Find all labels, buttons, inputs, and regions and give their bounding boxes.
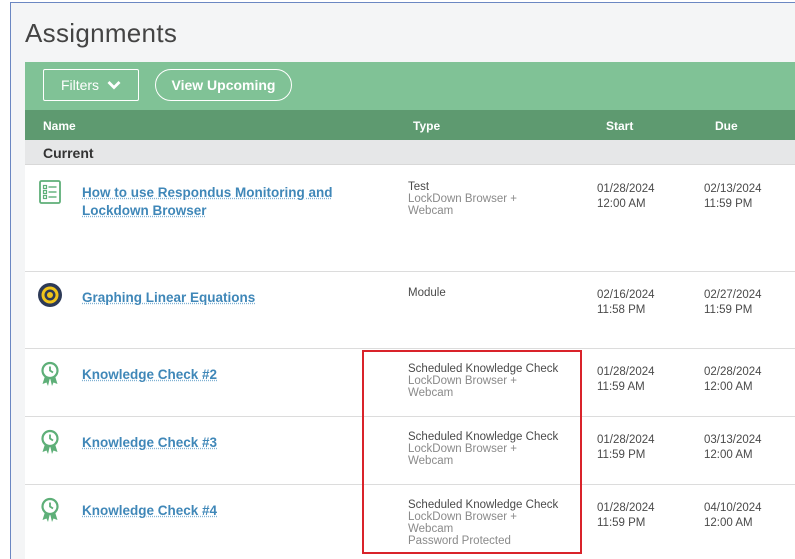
due-date-value: 02/27/2024 (704, 288, 762, 303)
due-date-value: 03/13/2024 (704, 433, 762, 448)
start-date-value: 01/28/2024 (597, 501, 655, 516)
table-row: Knowledge Check #4 Scheduled Knowledge C… (25, 485, 795, 559)
column-header-name[interactable]: Name (43, 119, 76, 133)
award-ribbon-icon (37, 497, 63, 523)
view-upcoming-button[interactable]: View Upcoming (155, 69, 292, 101)
start-date-value: 02/16/2024 (597, 288, 655, 303)
table-header: Name Type Start Due (25, 110, 795, 140)
due-date-value: 02/28/2024 (704, 365, 762, 380)
start-date: 01/28/2024 11:59 PM (597, 501, 655, 531)
column-header-start[interactable]: Start (606, 119, 633, 133)
type-label: Scheduled Knowledge Check (408, 431, 583, 443)
award-ribbon-icon (37, 361, 63, 387)
due-date: 02/27/2024 11:59 PM (704, 288, 762, 318)
start-date-value: 01/28/2024 (597, 433, 655, 448)
start-date: 01/28/2024 12:00 AM (597, 182, 655, 212)
module-target-icon (37, 282, 63, 308)
assignment-type: Scheduled Knowledge Check LockDown Brows… (408, 363, 583, 399)
type-detail: Webcam (408, 205, 583, 217)
due-date: 04/10/2024 12:00 AM (704, 501, 762, 531)
chevron-down-icon (107, 77, 121, 93)
table-row: Graphing Linear Equations Module 02/16/2… (25, 272, 795, 349)
section-current: Current (25, 140, 795, 165)
due-date: 03/13/2024 12:00 AM (704, 433, 762, 463)
start-time-value: 11:59 PM (597, 448, 655, 463)
type-label: Scheduled Knowledge Check (408, 499, 583, 511)
toolbar: Filters View Upcoming (25, 62, 795, 110)
type-detail: LockDown Browser + (408, 443, 583, 455)
start-time-value: 11:58 PM (597, 303, 655, 318)
start-time-value: 11:59 PM (597, 516, 655, 531)
assignments-panel: Assignments Filters View Upcoming Name T… (10, 2, 795, 559)
type-label: Test (408, 181, 583, 193)
table-row: How to use Respondus Monitoring and Lock… (25, 165, 795, 272)
page-title: Assignments (25, 18, 177, 49)
assignment-link[interactable]: Knowledge Check #4 (82, 502, 362, 520)
start-date-value: 01/28/2024 (597, 365, 655, 380)
type-detail: Webcam (408, 523, 583, 535)
filters-label: Filters (61, 77, 99, 93)
start-time-value: 11:59 AM (597, 380, 655, 395)
due-time-value: 12:00 AM (704, 448, 762, 463)
column-header-type[interactable]: Type (413, 119, 440, 133)
checklist-icon (37, 179, 63, 205)
type-detail: Webcam (408, 455, 583, 467)
assignment-type: Module (408, 287, 583, 299)
due-date: 02/28/2024 12:00 AM (704, 365, 762, 395)
award-ribbon-icon (37, 429, 63, 455)
assignment-link[interactable]: How to use Respondus Monitoring and Lock… (82, 184, 362, 220)
start-date-value: 01/28/2024 (597, 182, 655, 197)
assignment-link[interactable]: Graphing Linear Equations (82, 289, 362, 307)
start-time-value: 12:00 AM (597, 197, 655, 212)
filters-button[interactable]: Filters (43, 69, 139, 101)
assignment-type: Scheduled Knowledge Check LockDown Brows… (408, 499, 583, 547)
type-detail: LockDown Browser + (408, 193, 583, 205)
type-detail: Password Protected (408, 535, 583, 547)
column-header-due[interactable]: Due (715, 119, 738, 133)
due-date-value: 02/13/2024 (704, 182, 762, 197)
type-detail: Webcam (408, 387, 583, 399)
due-time-value: 12:00 AM (704, 516, 762, 531)
due-date: 02/13/2024 11:59 PM (704, 182, 762, 212)
type-label: Scheduled Knowledge Check (408, 363, 583, 375)
table-row: Knowledge Check #3 Scheduled Knowledge C… (25, 417, 795, 485)
due-time-value: 12:00 AM (704, 380, 762, 395)
type-detail: LockDown Browser + (408, 375, 583, 387)
start-date: 02/16/2024 11:58 PM (597, 288, 655, 318)
due-time-value: 11:59 PM (704, 303, 762, 318)
assignment-type: Test LockDown Browser + Webcam (408, 181, 583, 217)
due-time-value: 11:59 PM (704, 197, 762, 212)
start-date: 01/28/2024 11:59 PM (597, 433, 655, 463)
type-label: Module (408, 287, 583, 299)
start-date: 01/28/2024 11:59 AM (597, 365, 655, 395)
type-detail: LockDown Browser + (408, 511, 583, 523)
assignment-link[interactable]: Knowledge Check #2 (82, 366, 362, 384)
section-label: Current (43, 145, 94, 161)
assignment-link[interactable]: Knowledge Check #3 (82, 434, 362, 452)
due-date-value: 04/10/2024 (704, 501, 762, 516)
assignment-type: Scheduled Knowledge Check LockDown Brows… (408, 431, 583, 467)
table-row: Knowledge Check #2 Scheduled Knowledge C… (25, 349, 795, 417)
